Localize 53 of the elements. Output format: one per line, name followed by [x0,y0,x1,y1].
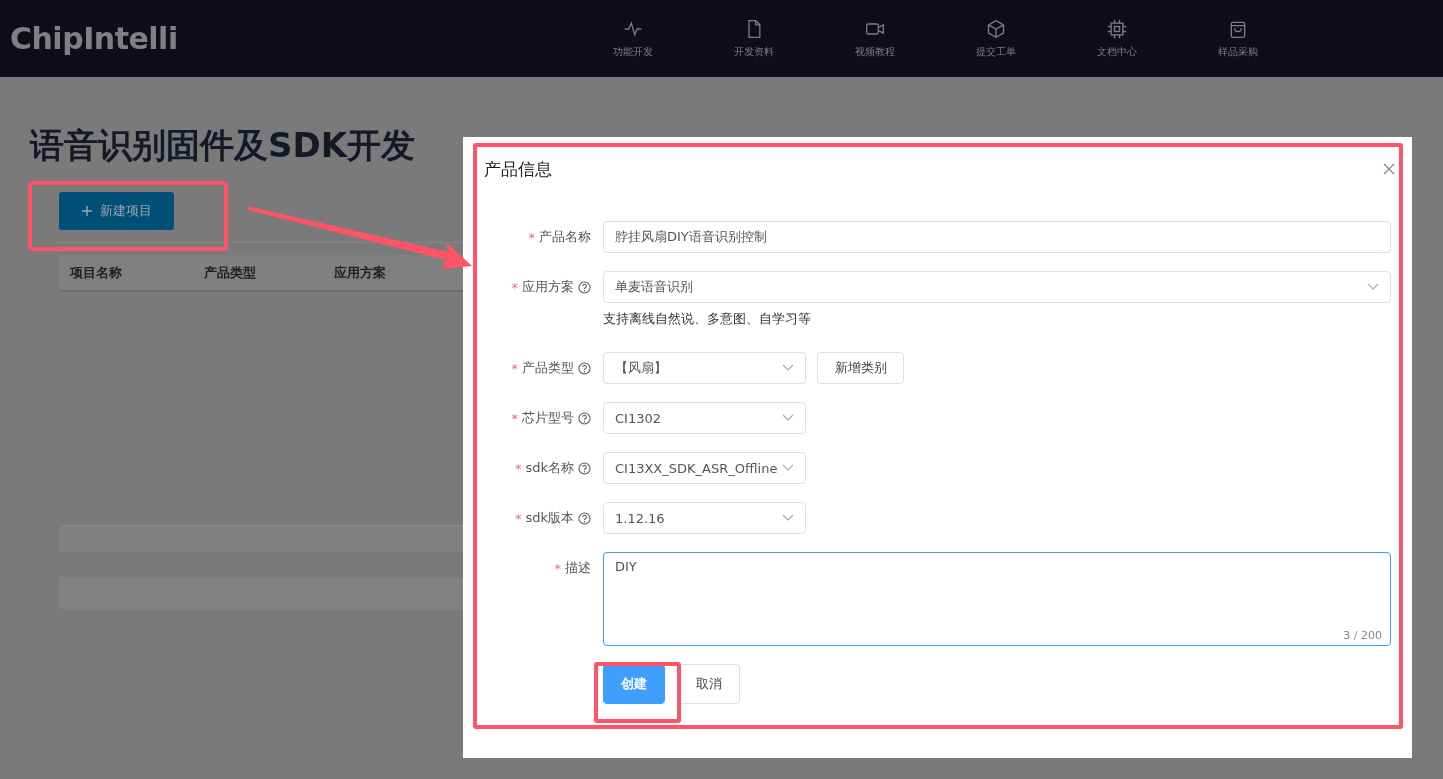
required-mark: * [511,279,518,295]
pulse-icon [622,18,643,39]
chevron-down-icon [1367,283,1379,291]
select-field[interactable]: 【风扇】 [603,352,806,384]
select-field[interactable]: CI13XX_SDK_ASR_Offline [603,452,806,484]
field-label: sdk名称 [525,459,574,477]
field-label: 描述 [565,559,591,577]
add-category-button[interactable]: 新增类别 [817,352,904,384]
field-label: 产品类型 [522,359,574,377]
new-project-button[interactable]: 新建项目 [59,192,174,230]
required-mark: * [511,360,518,376]
help-icon[interactable] [578,361,591,375]
text-field[interactable]: 脖挂风扇DIY语音识别控制 [603,221,1391,253]
nav-item[interactable]: 文档中心 [1056,18,1177,59]
cancel-button[interactable]: 取消 [678,664,740,704]
select-field[interactable]: 单麦语音识别 [603,271,1391,303]
dialog-title: 产品信息 [484,157,552,181]
column-header: 产品类型 [204,263,257,282]
help-icon[interactable] [578,511,591,525]
required-mark: * [528,229,535,245]
help-icon[interactable] [578,461,591,475]
nav-item[interactable]: 开发资料 [693,18,814,59]
nav-item[interactable]: 视频教程 [814,18,935,59]
select-field[interactable]: 1.12.16 [603,502,806,534]
chip-icon [1106,18,1127,39]
field-label: sdk版本 [525,509,574,527]
chevron-down-icon [782,464,794,472]
nav-item[interactable]: 提交工单 [935,18,1056,59]
close-icon[interactable] [1383,163,1395,175]
required-mark: * [511,410,518,426]
required-mark: * [514,510,522,526]
help-icon[interactable] [578,280,591,294]
chevron-down-icon [782,364,794,372]
select-field[interactable]: CI1302 [603,402,806,434]
page-title: 语音识别固件及SDK开发 [30,124,417,167]
column-header: 应用方案 [334,263,387,282]
nav-item[interactable]: 样品采购 [1177,18,1298,59]
nav-item[interactable]: 功能开发 [572,18,693,59]
field-label: 产品名称 [539,228,591,246]
required-mark: * [514,460,522,476]
field-label: 芯片型号 [522,409,574,427]
logo[interactable]: ChipIntelli [10,21,572,56]
required-mark: * [554,560,561,576]
column-header: 项目名称 [70,263,123,282]
chevron-down-icon [782,414,794,422]
text-area[interactable]: DIY 3 / 200 [603,552,1391,646]
cube-icon [985,18,1006,39]
character-count: 3 / 200 [1343,629,1382,642]
plus-icon [81,206,92,216]
chevron-down-icon [782,514,794,522]
field-label: 应用方案 [522,278,574,296]
help-icon[interactable] [578,411,591,425]
hint-text: 支持离线自然说、多意图、自学习等 [603,310,812,328]
